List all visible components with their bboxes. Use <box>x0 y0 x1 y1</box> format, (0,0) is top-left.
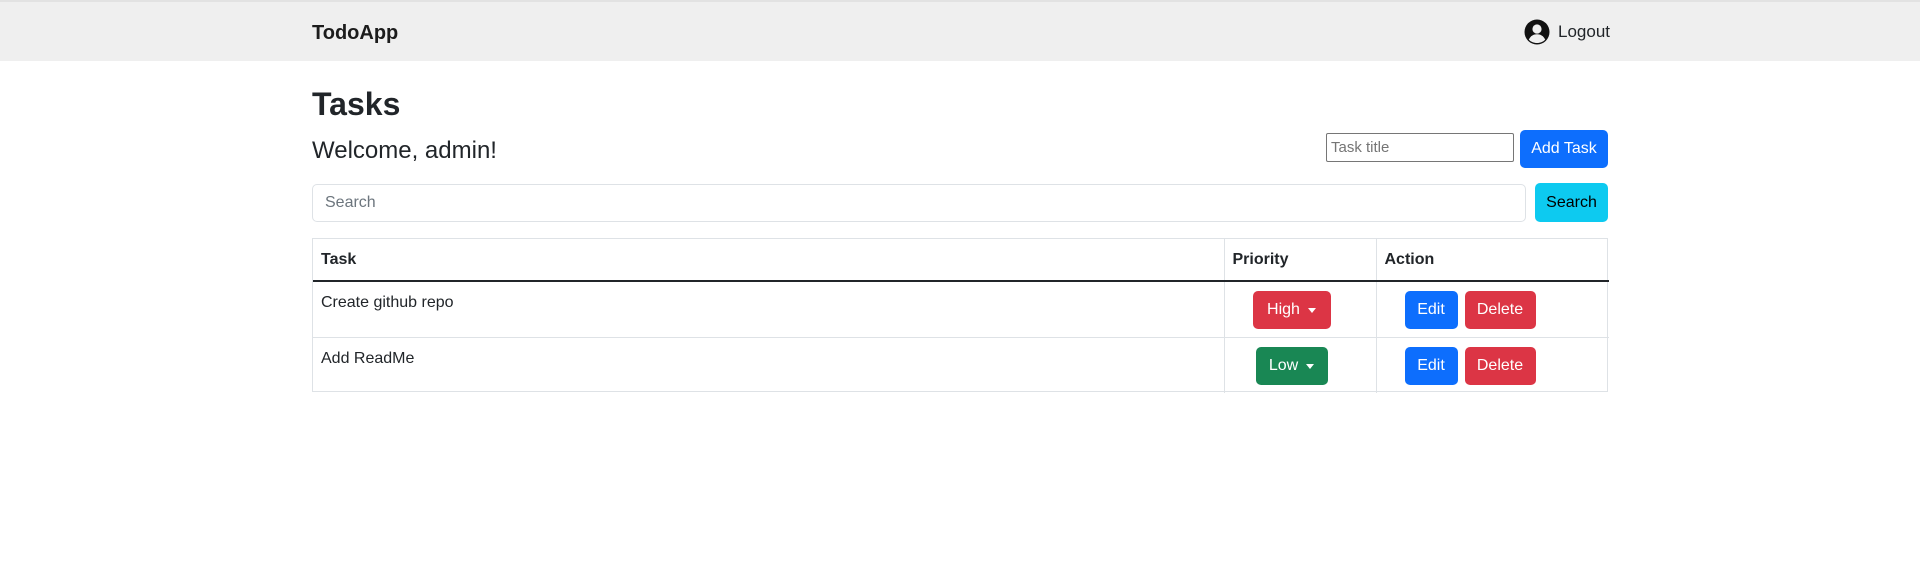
tasks-table: Task Priority Action Create github repo … <box>312 238 1609 393</box>
brand-logo[interactable]: TodoApp <box>312 21 398 45</box>
task-name: Create github repo <box>313 280 1224 338</box>
column-header-task: Task <box>313 239 1224 282</box>
priority-cell: Low <box>1223 337 1376 393</box>
caret-down-icon <box>1307 307 1316 313</box>
table-row: Create github repo High Edit Delete <box>313 280 1609 338</box>
priority-dropdown-low[interactable]: Low <box>1255 347 1328 385</box>
welcome-message: Welcome, admin! <box>312 137 497 164</box>
edit-button[interactable]: Edit <box>1404 347 1458 385</box>
priority-cell: High <box>1223 280 1376 338</box>
priority-label: High <box>1267 301 1300 318</box>
search-button[interactable]: Search <box>1535 183 1608 222</box>
page-title: Tasks <box>312 86 401 122</box>
delete-button[interactable]: Delete <box>1464 291 1536 329</box>
action-cell: Edit Delete <box>1375 280 1609 338</box>
priority-dropdown-high[interactable]: High <box>1252 291 1331 329</box>
edit-button[interactable]: Edit <box>1404 291 1458 329</box>
search-input[interactable] <box>312 184 1526 222</box>
add-task-button[interactable]: Add Task <box>1520 130 1608 168</box>
logout-link[interactable]: Logout <box>1524 19 1610 45</box>
table-row: Add ReadMe Low Edit Delete <box>313 337 1609 393</box>
delete-button[interactable]: Delete <box>1464 347 1536 385</box>
column-header-action: Action <box>1375 239 1609 282</box>
table-header-row: Task Priority Action <box>313 239 1609 282</box>
logout-label: Logout <box>1558 22 1610 41</box>
navbar: TodoApp Logout <box>0 0 1920 61</box>
task-title-input[interactable] <box>1326 133 1514 162</box>
caret-down-icon <box>1306 363 1315 369</box>
action-cell: Edit Delete <box>1375 337 1609 393</box>
column-header-priority: Priority <box>1223 239 1376 282</box>
priority-label: Low <box>1268 357 1299 374</box>
user-circle-icon <box>1524 19 1550 45</box>
task-name: Add ReadMe <box>313 337 1224 393</box>
